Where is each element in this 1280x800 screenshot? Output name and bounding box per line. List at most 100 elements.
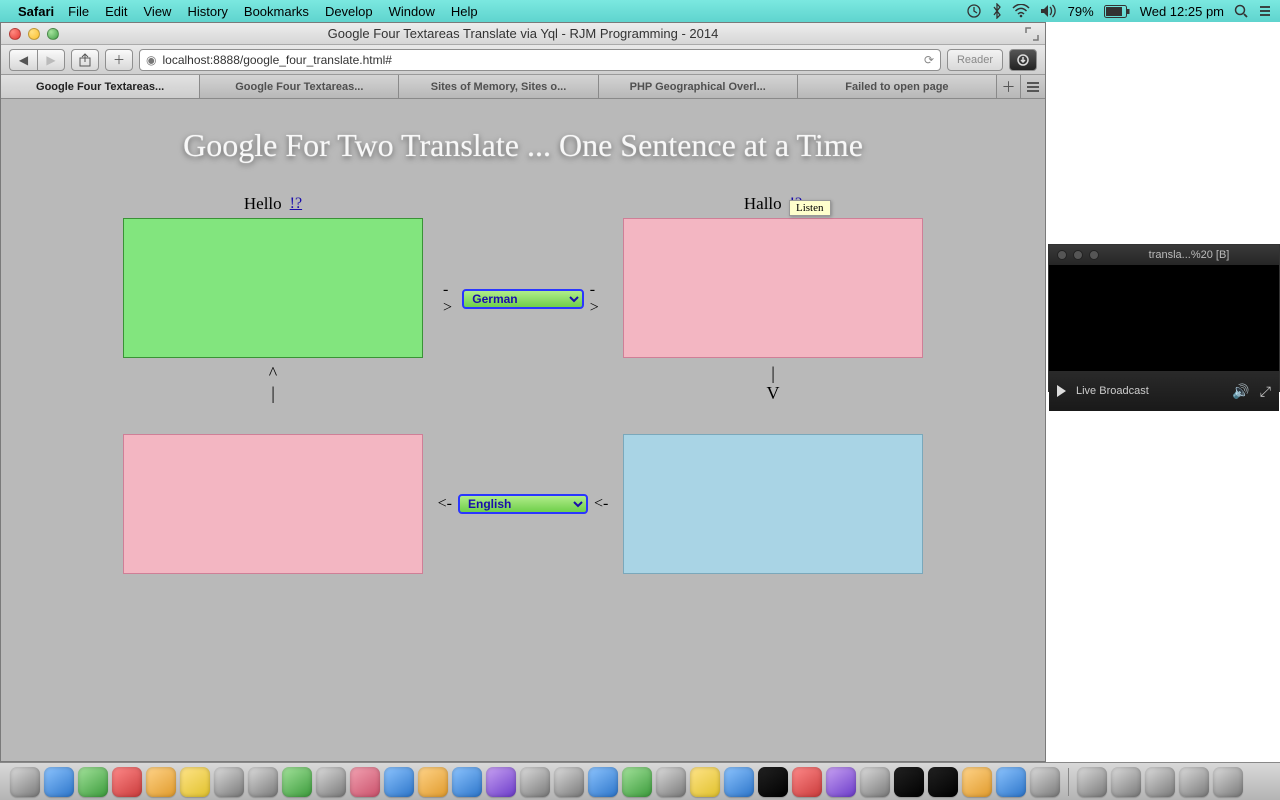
dock-app[interactable] <box>622 767 652 797</box>
dock-app[interactable] <box>78 767 108 797</box>
arrow-right-2: -> <box>590 281 603 317</box>
tab-2[interactable]: Sites of Memory, Sites o... <box>399 75 598 98</box>
menu-view[interactable]: View <box>144 4 172 19</box>
fullscreen-icon[interactable] <box>1025 27 1039 41</box>
share-button[interactable] <box>71 49 99 71</box>
quicktime-titlebar[interactable]: transla...%20 [B] <box>1049 245 1279 265</box>
dock-app[interactable] <box>282 767 312 797</box>
dock-app[interactable] <box>826 767 856 797</box>
menu-history[interactable]: History <box>187 4 227 19</box>
wifi-icon[interactable] <box>1012 4 1030 18</box>
dock-app[interactable] <box>214 767 244 797</box>
window-titlebar[interactable]: Google Four Textareas Translate via Yql … <box>1 23 1045 45</box>
menu-help[interactable]: Help <box>451 4 478 19</box>
dock-app[interactable] <box>656 767 686 797</box>
notification-center-icon[interactable] <box>1258 4 1272 18</box>
language-select-bottom[interactable]: English <box>458 494 588 514</box>
play-icon[interactable] <box>1057 385 1066 397</box>
qt-zoom-button[interactable] <box>1089 250 1099 260</box>
dock-app[interactable] <box>1030 767 1060 797</box>
tab-4[interactable]: Failed to open page <box>798 75 997 98</box>
tab-1[interactable]: Google Four Textareas... <box>200 75 399 98</box>
close-window-button[interactable] <box>9 28 21 40</box>
safari-window: Google Four Textareas Translate via Yql … <box>0 22 1046 762</box>
timemachine-icon[interactable] <box>966 3 982 19</box>
quicktime-window[interactable]: transla...%20 [B] Live Broadcast 🔊 ⤢ <box>1048 244 1280 392</box>
tab-3[interactable]: PHP Geographical Overl... <box>599 75 798 98</box>
reader-button[interactable]: Reader <box>947 49 1003 71</box>
mac-menubar: Safari File Edit View History Bookmarks … <box>0 0 1280 22</box>
dock-app[interactable] <box>554 767 584 797</box>
menubar-app-name[interactable]: Safari <box>18 4 54 19</box>
dock-stack[interactable] <box>1111 767 1141 797</box>
arrow-right-1: -> <box>443 281 456 317</box>
menu-bookmarks[interactable]: Bookmarks <box>244 4 309 19</box>
dock-app[interactable] <box>112 767 142 797</box>
menu-window[interactable]: Window <box>389 4 435 19</box>
forward-button[interactable]: ▶ <box>37 49 65 71</box>
textarea-top-left[interactable] <box>123 218 423 358</box>
dock-app[interactable] <box>384 767 414 797</box>
dock-app[interactable] <box>180 767 210 797</box>
window-title: Google Four Textareas Translate via Yql … <box>1 26 1045 41</box>
back-button[interactable]: ◀ <box>9 49 37 71</box>
reload-icon[interactable]: ⟳ <box>924 53 934 67</box>
dock-app[interactable] <box>520 767 550 797</box>
quicktime-video-area <box>1049 265 1279 371</box>
dock-app[interactable] <box>486 767 516 797</box>
new-tab-button[interactable]: ＋ <box>997 75 1021 98</box>
arrow-down: | V <box>767 364 780 404</box>
menu-file[interactable]: File <box>68 4 89 19</box>
qt-fullscreen-icon[interactable]: ⤢ <box>1260 383 1271 400</box>
arrow-left-2: <- <box>594 495 608 513</box>
menubar-clock[interactable]: Wed 12:25 pm <box>1140 4 1224 19</box>
arrow-left-1: <- <box>438 495 452 513</box>
qt-close-button[interactable] <box>1057 250 1067 260</box>
top-left-label: Hello <box>244 194 282 214</box>
dock-app[interactable] <box>894 767 924 797</box>
dock-app[interactable] <box>44 767 74 797</box>
language-select-top[interactable]: German <box>462 289 583 309</box>
dock-stack[interactable] <box>1179 767 1209 797</box>
dock-app[interactable] <box>690 767 720 797</box>
dock-trash[interactable] <box>1213 767 1243 797</box>
bluetooth-icon[interactable] <box>992 3 1002 19</box>
minimize-window-button[interactable] <box>28 28 40 40</box>
dock-stack[interactable] <box>1077 767 1107 797</box>
tab-0[interactable]: Google Four Textareas... <box>1 75 200 98</box>
spotlight-icon[interactable] <box>1234 4 1248 18</box>
dock-stack[interactable] <box>1145 767 1175 797</box>
dock-app[interactable] <box>792 767 822 797</box>
battery-icon[interactable] <box>1104 5 1130 18</box>
dock-app[interactable] <box>588 767 618 797</box>
dock-app[interactable] <box>418 767 448 797</box>
textarea-top-right[interactable] <box>623 218 923 358</box>
textarea-bottom-right[interactable] <box>623 434 923 574</box>
dock-app[interactable] <box>860 767 890 797</box>
dock-app[interactable] <box>146 767 176 797</box>
dock-app[interactable] <box>452 767 482 797</box>
url-field[interactable]: ◉ localhost:8888/google_four_translate.h… <box>139 49 941 71</box>
tab-overflow-button[interactable] <box>1021 75 1045 98</box>
downloads-button[interactable] <box>1009 49 1037 71</box>
zoom-window-button[interactable] <box>47 28 59 40</box>
dock-app[interactable] <box>758 767 788 797</box>
dock-app-finder[interactable] <box>10 767 40 797</box>
dock-app[interactable] <box>962 767 992 797</box>
dock-app[interactable] <box>724 767 754 797</box>
volume-icon[interactable] <box>1040 4 1058 18</box>
qt-min-button[interactable] <box>1073 250 1083 260</box>
dock-app[interactable] <box>996 767 1026 797</box>
dock-app[interactable] <box>928 767 958 797</box>
listen-link-left[interactable]: !? <box>290 195 302 213</box>
url-text: localhost:8888/google_four_translate.htm… <box>162 53 392 67</box>
dock-app[interactable] <box>248 767 278 797</box>
menu-develop[interactable]: Develop <box>325 4 373 19</box>
dock-separator <box>1068 768 1069 796</box>
qt-volume-icon[interactable]: 🔊 <box>1232 383 1249 400</box>
add-bookmark-button[interactable]: ＋ <box>105 49 133 71</box>
menu-edit[interactable]: Edit <box>105 4 127 19</box>
dock-app[interactable] <box>316 767 346 797</box>
textarea-bottom-left[interactable] <box>123 434 423 574</box>
dock-app[interactable] <box>350 767 380 797</box>
